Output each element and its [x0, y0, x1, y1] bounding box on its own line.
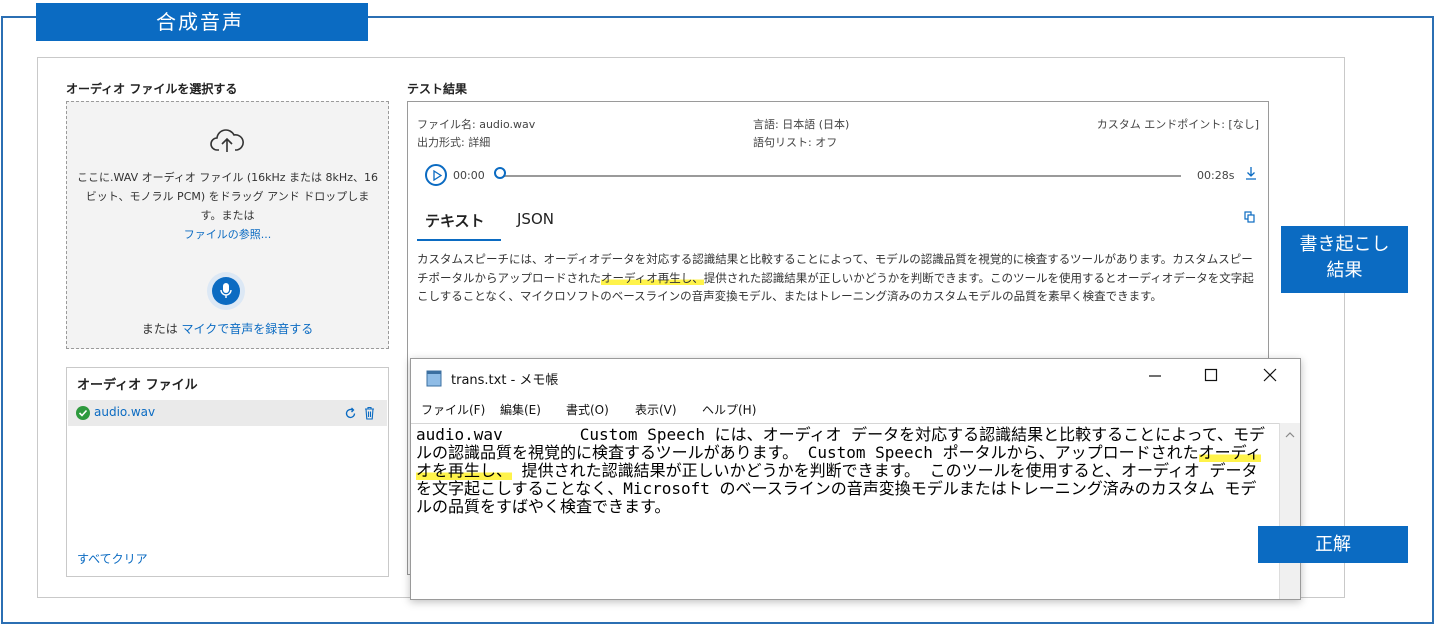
- refresh-icon[interactable]: [344, 407, 357, 420]
- menu-format[interactable]: 書式(O): [566, 401, 609, 418]
- transcript-highlight: オーディオ再生し、: [601, 270, 704, 285]
- notepad-title: trans.txt - メモ帳: [451, 373, 559, 388]
- close-button[interactable]: [1263, 367, 1277, 387]
- output-format-meta: 出力形式: 詳細: [417, 136, 491, 149]
- audio-files-heading: オーディオ ファイル: [77, 378, 198, 393]
- menu-help[interactable]: ヘルプ(H): [702, 401, 756, 418]
- time-current: 00:00: [453, 169, 485, 182]
- minimize-button[interactable]: [1148, 367, 1162, 387]
- close-icon: [1263, 368, 1277, 382]
- transcription-text: カスタムスピーチには、オーディオデータを対応する認識結果と比較することによって、…: [417, 250, 1259, 306]
- dropzone-instructions: ここに.WAV オーディオ ファイル (16kHz または 8kHz、16 ビッ…: [77, 171, 378, 222]
- audio-files-panel: オーディオ ファイル audio.wav すべてクリア: [66, 367, 389, 577]
- notepad-icon: [426, 370, 442, 387]
- time-total: 00:28s: [1197, 169, 1235, 182]
- notepad-content: audio.wav Custom Speech には、オーディオ データを対応す…: [416, 426, 1266, 516]
- play-icon: [433, 170, 442, 181]
- audio-dropzone[interactable]: ここに.WAV オーディオ ファイル (16kHz または 8kHz、16 ビッ…: [66, 101, 389, 349]
- tab-text[interactable]: テキスト: [425, 210, 485, 231]
- custom-endpoint-meta: カスタム エンドポイント: [なし]: [1096, 118, 1259, 131]
- callout-line-2: 結果: [1326, 260, 1363, 281]
- menu-edit[interactable]: 編集(E): [500, 401, 541, 418]
- chevron-up-icon[interactable]: [1285, 431, 1295, 439]
- maximize-button[interactable]: [1204, 367, 1218, 387]
- select-audio-heading: オーディオ ファイルを選択する: [66, 82, 238, 96]
- vertical-scrollbar[interactable]: [1279, 423, 1300, 599]
- file-name-meta: ファイル名: audio.wav: [417, 118, 536, 131]
- menu-file[interactable]: ファイル(F): [421, 401, 485, 418]
- notepad-window: trans.txt - メモ帳 ファイル(F) 編集(E) 書式(O) 表示(V…: [410, 358, 1301, 600]
- language-meta: 言語: 日本語 (日本): [753, 118, 850, 131]
- cloud-upload-icon: [210, 129, 244, 152]
- active-tab-indicator: [417, 239, 501, 241]
- phrase-list-meta: 語句リスト: オフ: [753, 136, 838, 149]
- dropzone-text: ここに.WAV オーディオ ファイル (16kHz または 8kHz、16 ビッ…: [77, 168, 378, 244]
- transcription-result-callout: 書き起こし 結果: [1281, 226, 1408, 293]
- callout-line-1: 書き起こし: [1299, 234, 1390, 255]
- seek-handle[interactable]: [494, 167, 506, 179]
- tab-json[interactable]: JSON: [517, 210, 554, 228]
- notepad-text-area[interactable]: audio.wav Custom Speech には、オーディオ データを対応す…: [411, 423, 1279, 599]
- browse-files-link[interactable]: ファイルの参照...: [184, 228, 272, 241]
- record-mic-button[interactable]: [207, 272, 245, 310]
- mic-button-inner: [212, 277, 240, 305]
- play-button[interactable]: [425, 164, 447, 186]
- copy-icon[interactable]: [1244, 211, 1255, 223]
- clear-all-link[interactable]: すべてクリア: [77, 550, 148, 567]
- answer-callout: 正解: [1258, 526, 1408, 563]
- notepad-content-before: audio.wav Custom Speech には、オーディオ データを対応す…: [416, 425, 1266, 462]
- maximize-icon: [1204, 368, 1218, 382]
- record-text: または マイクで音声を録音する: [67, 320, 388, 337]
- microphone-icon: [220, 283, 232, 298]
- or-label: または: [141, 322, 178, 336]
- download-icon[interactable]: [1245, 166, 1257, 180]
- minimize-icon: [1149, 375, 1161, 377]
- page-title: 合成音声: [36, 3, 368, 41]
- record-mic-link[interactable]: マイクで音声を録音する: [182, 322, 314, 336]
- audio-file-name[interactable]: audio.wav: [94, 405, 155, 419]
- notepad-content-after: 提供された認識結果が正しいかどうかを判断できます。 このツールを使用すると、オー…: [416, 461, 1258, 516]
- menu-view[interactable]: 表示(V): [635, 401, 677, 418]
- trash-icon[interactable]: [364, 406, 375, 420]
- list-item[interactable]: audio.wav: [68, 400, 387, 426]
- check-circle-icon: [76, 406, 90, 420]
- seek-track[interactable]: [499, 175, 1181, 177]
- test-results-heading: テスト結果: [407, 82, 468, 96]
